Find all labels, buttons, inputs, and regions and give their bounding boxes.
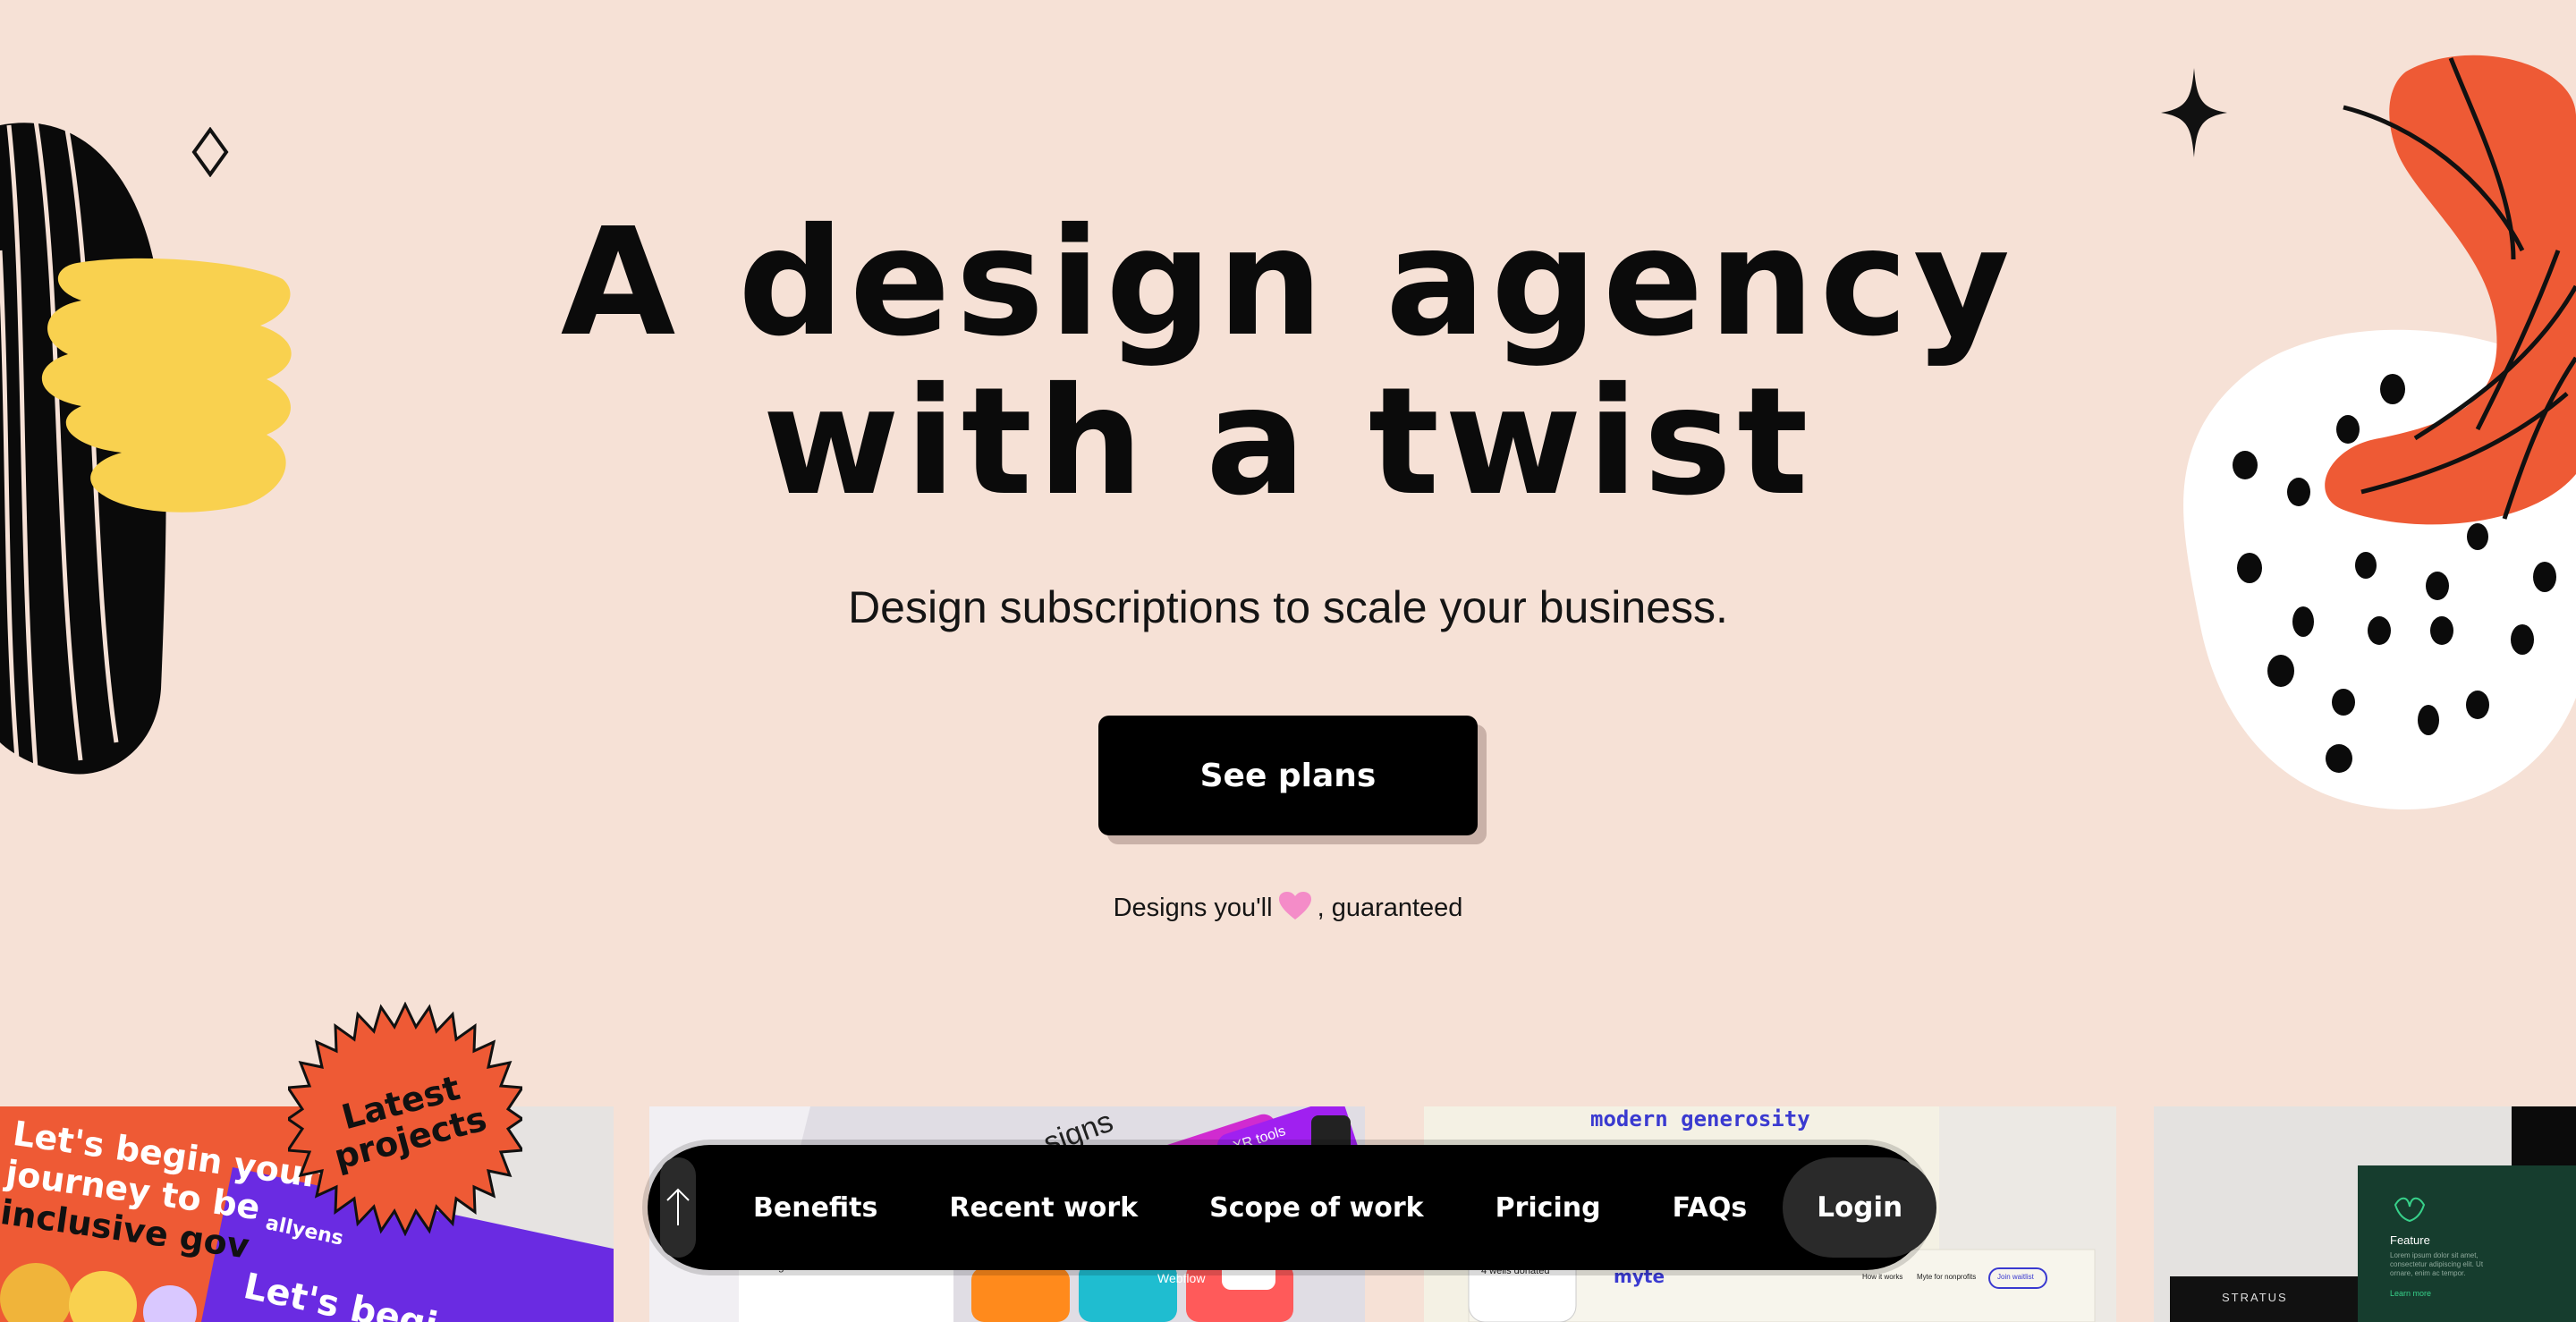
diamond-outline-icon	[191, 127, 229, 177]
hero-title-line2: with a twist	[762, 356, 1814, 529]
login-button[interactable]: Login	[1783, 1157, 1937, 1258]
nav-item-pricing[interactable]: Pricing	[1460, 1192, 1637, 1224]
scroll-top-button[interactable]	[660, 1157, 696, 1258]
stratus-feature-body: Lorem ipsum dolor sit amet, consectetur …	[2390, 1251, 2484, 1277]
nav-item-recent-work[interactable]: Recent work	[913, 1192, 1174, 1224]
myte-heading: modern generosity	[1590, 1106, 1810, 1131]
myte-button: Join waitlist	[1997, 1273, 2034, 1281]
stratus-brand: STRATUS	[2222, 1291, 2288, 1304]
project-card-stratus[interactable]: STRATUS Feature Lorem ipsum dolor sit am…	[2154, 1106, 2576, 1322]
sparkle-star-icon	[2161, 68, 2227, 157]
stratus-feature-title: Feature	[2390, 1233, 2430, 1247]
xr-text-3: Webflow	[1157, 1271, 1206, 1285]
stratus-feature-link: Learn more	[2390, 1289, 2432, 1298]
latest-projects-badge: Latest projects	[288, 1002, 522, 1236]
hero-title-line1: A design agency	[560, 197, 2016, 369]
floating-nav: Benefits Recent work Scope of work Prici…	[648, 1145, 1937, 1270]
heart-icon	[1278, 892, 1311, 919]
myte-link-1: How it works	[1862, 1273, 1903, 1281]
guarantee-prefix: Designs you'll	[1113, 894, 1273, 922]
guarantee-suffix: , guaranteed	[1317, 894, 1463, 922]
see-plans-button[interactable]: See plans	[1098, 716, 1478, 835]
guarantee-text: Designs you'll , guaranteed	[0, 891, 2576, 923]
hero-title: A design agency with a twist	[0, 204, 2576, 522]
myte-link-2: Myte for nonprofits	[1917, 1273, 1977, 1281]
hero-subtitle: Design subscriptions to scale your busin…	[848, 582, 1728, 632]
stratus-card-art	[2170, 1106, 2576, 1322]
arrow-up-icon	[666, 1188, 690, 1225]
nav-item-benefits[interactable]: Benefits	[717, 1192, 913, 1224]
nav-item-faqs[interactable]: FAQs	[1637, 1192, 1784, 1224]
nav-item-scope-of-work[interactable]: Scope of work	[1174, 1192, 1459, 1224]
